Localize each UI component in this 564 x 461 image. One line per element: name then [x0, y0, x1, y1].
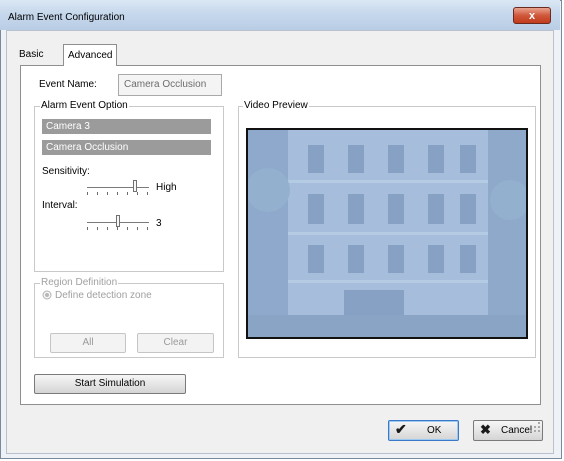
- sensitivity-thumb[interactable]: [133, 180, 137, 192]
- tab-advanced[interactable]: Advanced: [63, 44, 117, 66]
- clear-button[interactable]: Clear: [137, 333, 214, 353]
- video-preview-frame: [246, 128, 528, 339]
- close-button[interactable]: x: [513, 7, 551, 24]
- event-name-label: Event Name:: [39, 79, 97, 90]
- street-scene-image: [248, 130, 526, 337]
- region-definition-title: Region Definition: [40, 277, 119, 288]
- all-button[interactable]: All: [50, 333, 126, 353]
- ok-label: OK: [427, 425, 442, 436]
- interval-label: Interval:: [42, 200, 78, 211]
- resize-grip-icon[interactable]: [530, 422, 540, 432]
- event-name-field[interactable]: Camera Occlusion: [118, 74, 222, 96]
- sensitivity-track: [87, 187, 149, 188]
- sensitivity-label: Sensitivity:: [42, 166, 90, 177]
- video-preview-title: Video Preview: [243, 100, 309, 111]
- cancel-label: Cancel: [501, 425, 533, 436]
- interval-slider[interactable]: [87, 215, 149, 230]
- interval-thumb[interactable]: [116, 215, 120, 227]
- interval-value: 3: [156, 218, 162, 229]
- interval-ticks: [87, 227, 149, 230]
- define-zone-radio[interactable]: [42, 290, 52, 300]
- x-icon: ✖: [480, 422, 491, 437]
- start-simulation-button[interactable]: Start Simulation: [34, 374, 186, 394]
- window-title: Alarm Event Configuration: [8, 12, 125, 23]
- alarm-event-option-title: Alarm Event Option: [40, 100, 129, 111]
- sensitivity-ticks: [87, 192, 149, 195]
- sensitivity-value: High: [156, 182, 177, 193]
- check-icon: ✔: [395, 421, 407, 437]
- event-type-select[interactable]: Camera Occlusion: [42, 140, 211, 155]
- define-zone-label: Define detection zone: [55, 290, 152, 301]
- camera-select[interactable]: Camera 3: [42, 119, 211, 134]
- title-bar[interactable]: Alarm Event Configuration x: [0, 0, 560, 30]
- tab-basic[interactable]: Basic: [19, 49, 43, 60]
- ok-button[interactable]: ✔ OK: [388, 420, 459, 441]
- sensitivity-slider[interactable]: [87, 180, 149, 195]
